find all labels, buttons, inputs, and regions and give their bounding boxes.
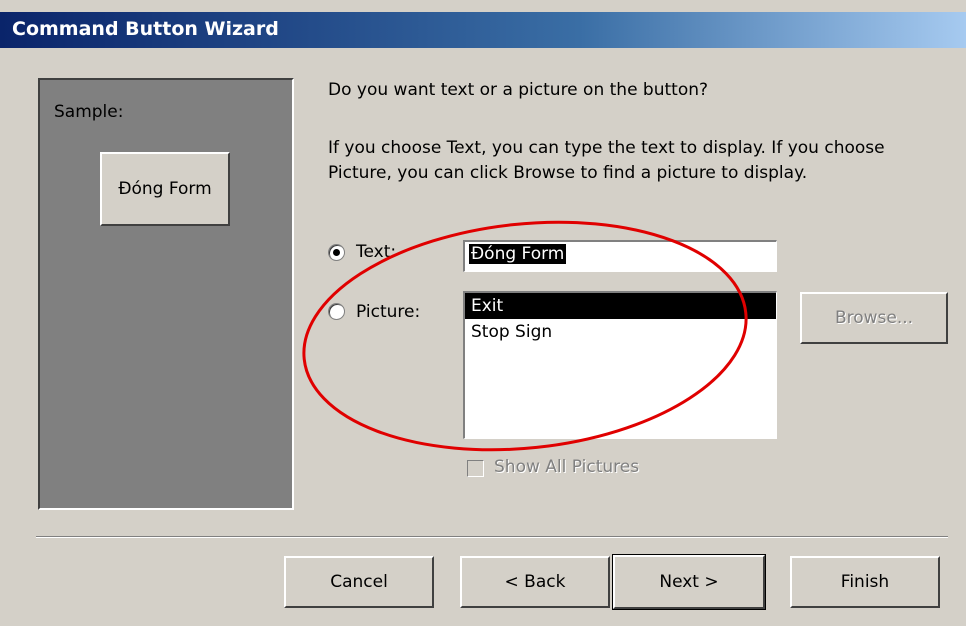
question-text: Do you want text or a picture on the but… — [328, 80, 709, 100]
footer-separator — [36, 536, 948, 538]
wizard-dialog: Sample: Đóng Form Do you want text or a … — [0, 48, 966, 626]
picture-radio[interactable] — [328, 303, 345, 320]
next-button-label: Next > — [659, 572, 719, 592]
back-button-label: < Back — [504, 572, 566, 592]
picture-listbox[interactable]: Exit Stop Sign — [463, 291, 777, 439]
explanation-text: If you choose Text, you can type the tex… — [328, 138, 885, 183]
browse-button[interactable]: Browse... — [800, 292, 948, 344]
title-bar: Command Button Wizard — [0, 12, 966, 48]
sample-button-preview: Đóng Form — [100, 152, 230, 226]
sample-label: Sample: — [54, 102, 124, 122]
list-item[interactable]: Stop Sign — [465, 319, 776, 345]
list-item[interactable]: Exit — [465, 293, 776, 319]
button-text-input[interactable]: Đóng Form — [463, 240, 777, 272]
next-button[interactable]: Next > — [612, 554, 766, 610]
text-radio[interactable] — [328, 244, 345, 261]
sample-preview-panel: Sample: Đóng Form — [38, 78, 294, 510]
picture-radio-label[interactable]: Picture: — [356, 302, 420, 322]
window-title: Command Button Wizard — [12, 18, 279, 40]
next-button-face: Next > — [613, 555, 765, 609]
cancel-button[interactable]: Cancel — [284, 556, 434, 608]
show-all-pictures-label: Show All Pictures — [494, 457, 640, 477]
finish-button[interactable]: Finish — [790, 556, 940, 608]
sample-button-text: Đóng Form — [118, 179, 212, 199]
show-all-pictures-checkbox[interactable] — [467, 460, 484, 477]
button-text-value: Đóng Form — [469, 244, 567, 264]
text-radio-label[interactable]: Text: — [356, 242, 396, 262]
back-button[interactable]: < Back — [460, 556, 610, 608]
